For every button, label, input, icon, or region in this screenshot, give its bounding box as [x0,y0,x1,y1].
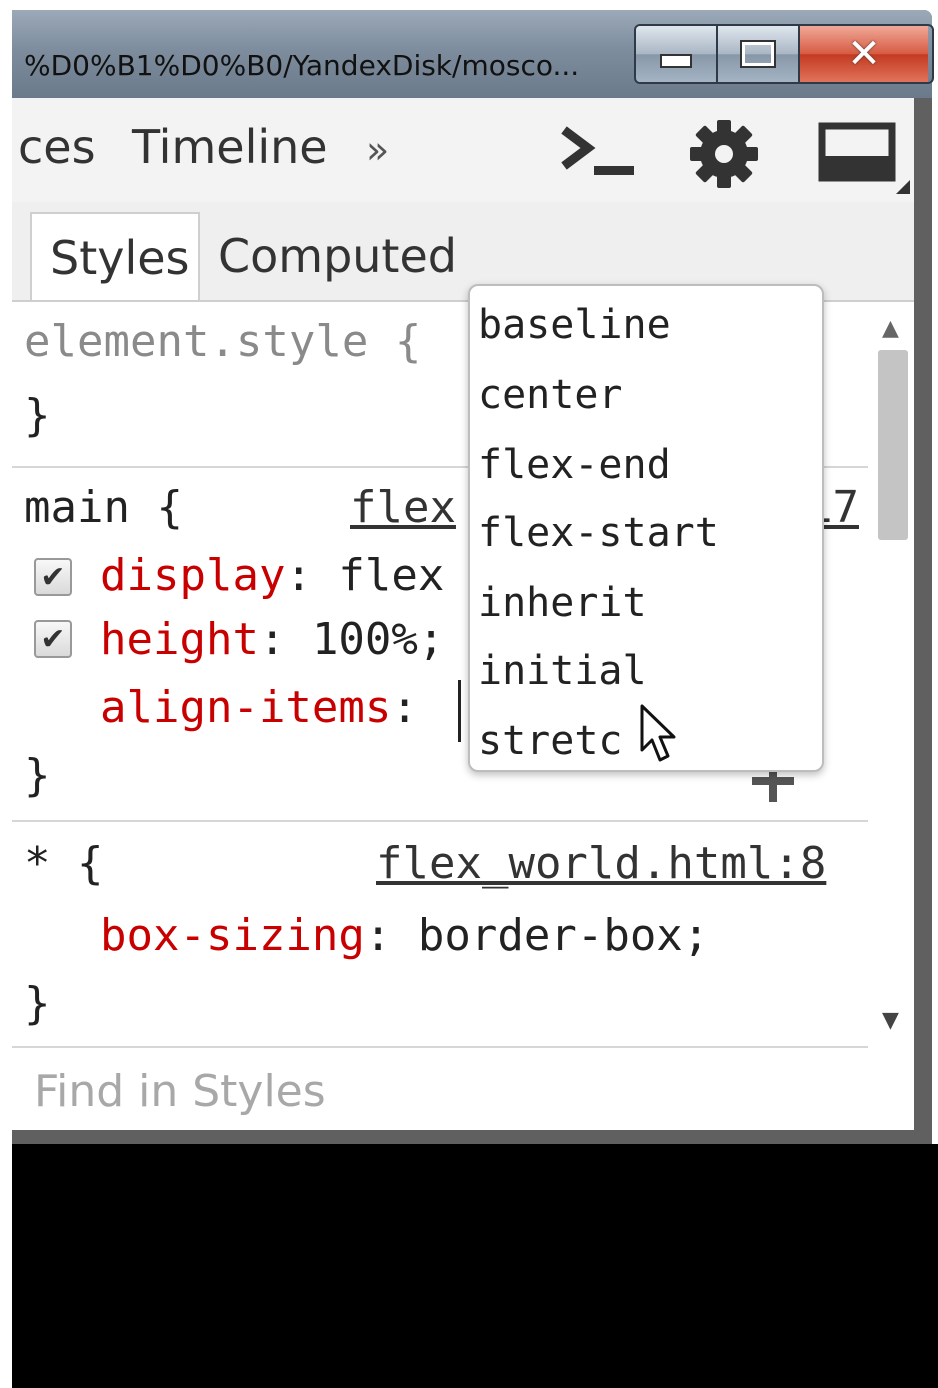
tab-computed[interactable]: Computed [218,212,457,300]
rule-divider [12,820,868,822]
tab-styles[interactable]: Styles [30,212,200,300]
minimize-icon [660,54,692,68]
mouse-pointer-icon [640,704,676,762]
maximize-button[interactable] [718,26,800,82]
universal-source-link[interactable]: flex_world.html:8 [376,834,826,894]
minimize-button[interactable] [636,26,718,82]
find-in-styles-input[interactable] [32,1062,816,1120]
universal-selector[interactable]: * { [24,834,103,894]
property-value: 100%; [311,614,445,665]
main-source-link[interactable]: flex [350,478,456,538]
main-selector[interactable]: main { [24,478,183,538]
height-checkbox[interactable]: ✔ [34,620,72,658]
box-sizing-declaration[interactable]: box-sizing: border-box; [100,906,709,966]
main-close: } [24,750,51,801]
devtools-panel: ces Timeline » Styles Computed element.s… [12,98,914,1130]
display-checkbox[interactable]: ✔ [34,558,72,596]
tab-timeline[interactable]: Timeline [132,120,328,174]
window-caption-buttons: ✕ [634,24,934,84]
property-name: height [100,614,259,665]
close-button[interactable]: ✕ [800,26,928,82]
scroll-thumb[interactable] [878,350,908,540]
suggestion-item[interactable]: baseline [478,290,816,360]
gear-icon[interactable] [686,118,762,190]
window-title: %D0%B1%D0%B0/YandexDisk/mosco... [24,49,580,82]
title-bar[interactable]: %D0%B1%D0%B0/YandexDisk/mosco... ✕ [12,10,934,98]
align-items-declaration[interactable]: align-items: [100,678,444,738]
property-value: flex [338,550,445,601]
tab-resources[interactable]: ces [18,120,96,174]
property-name: align-items [100,682,392,733]
property-name: display [100,550,286,601]
scroll-down-arrow-icon[interactable]: ▼ [882,1008,899,1033]
window-left-margin [0,0,12,1388]
display-declaration[interactable]: display: flex [100,546,444,606]
window-right-margin [932,0,938,1144]
close-icon: ✕ [847,31,881,77]
suggestion-item[interactable]: flex-end [478,430,816,500]
height-declaration[interactable]: height: 100%; [100,610,444,670]
suggestion-item[interactable]: inherit [478,568,816,638]
more-tabs-button[interactable]: » [366,128,389,172]
property-name: box-sizing [100,910,365,961]
suggestion-item[interactable]: initial [478,636,816,706]
styles-scrollbar[interactable]: ▲ ▼ [870,302,910,1044]
maximize-icon [740,40,776,68]
dock-icon[interactable] [818,122,910,194]
element-style-close: } [24,390,51,441]
scroll-up-arrow-icon[interactable]: ▲ [882,316,899,341]
universal-close: } [24,978,51,1029]
devtools-toolbar: ces Timeline » [12,98,914,204]
console-icon[interactable] [558,122,638,182]
suggestion-item[interactable]: flex-start [478,498,816,568]
find-bar [12,1046,868,1130]
autocomplete-dropdown: baseline center flex-end flex-start inhe… [468,284,824,772]
suggestion-item[interactable]: center [478,360,816,430]
desktop-background [12,1144,938,1388]
text-caret [458,680,461,742]
property-value: border-box; [417,910,710,961]
element-style-selector[interactable]: element.style { [24,312,421,372]
